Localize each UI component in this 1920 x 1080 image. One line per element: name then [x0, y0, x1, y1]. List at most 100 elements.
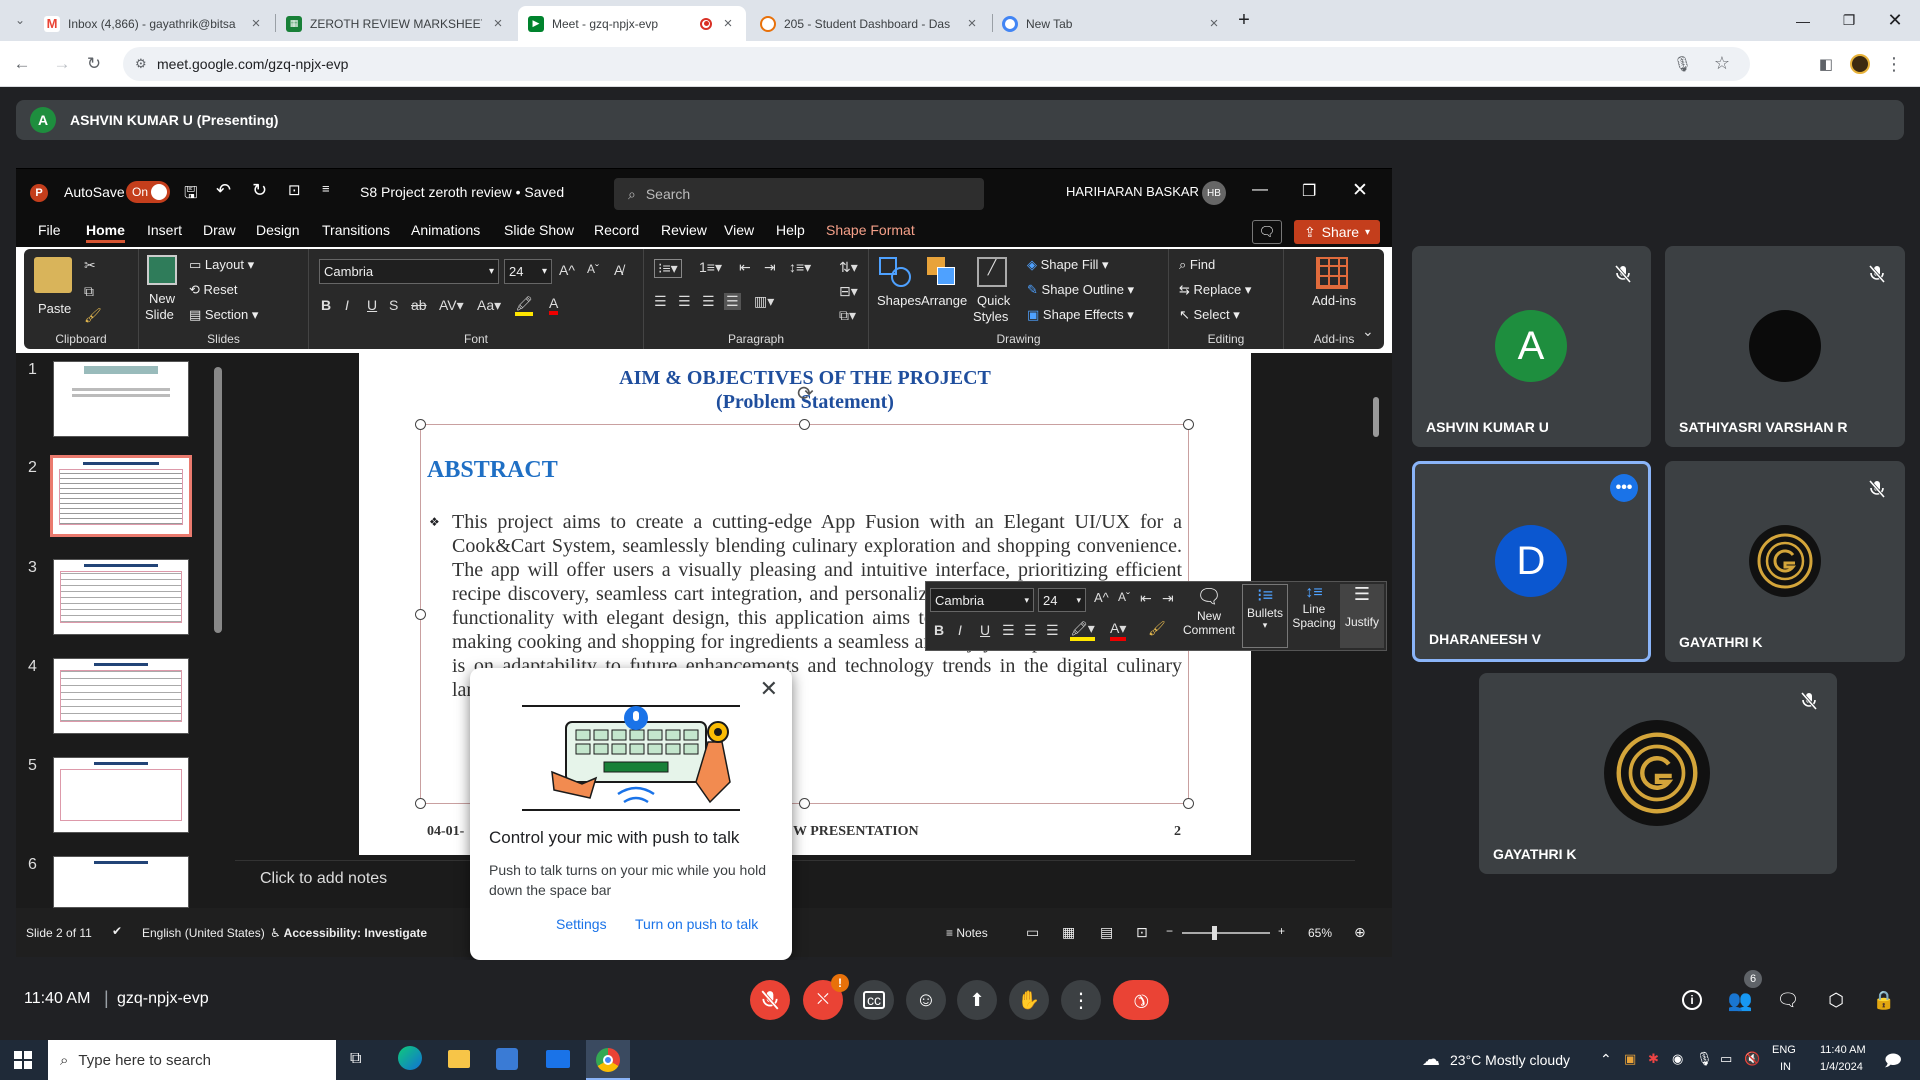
find-button[interactable]: ⌕ Find [1179, 257, 1215, 273]
menu-design[interactable]: Design [256, 222, 300, 238]
format-painter-icon[interactable]: 🖌 [84, 307, 102, 324]
clear-formatting-icon[interactable]: A̸ [614, 262, 623, 278]
shape-outline-button[interactable]: ✎ Shape Outline ▾ [1027, 282, 1134, 298]
accessibility-status[interactable]: ♿ Accessibility: Investigate [270, 926, 427, 940]
tab-close-icon[interactable]: × [490, 15, 506, 32]
decrease-indent-icon[interactable]: ⇤ [739, 259, 751, 276]
reading-view-icon[interactable]: ▤ [1100, 924, 1113, 941]
comments-icon[interactable]: 🗨 [1252, 220, 1282, 244]
more-options-icon[interactable]: ••• [1610, 474, 1638, 502]
restore-window-icon[interactable]: ❐ [1826, 0, 1872, 41]
close-window-icon[interactable]: ✕ [1872, 0, 1918, 41]
slide-thumbnail-4[interactable] [53, 658, 189, 734]
mail-icon[interactable] [546, 1050, 570, 1068]
shape-fill-button[interactable]: ◈ Shape Fill ▾ [1027, 257, 1109, 273]
line-spacing-button[interactable]: ↕≡ Line Spacing [1290, 584, 1338, 648]
ppt-minimize-icon[interactable]: — [1252, 181, 1268, 199]
menu-file[interactable]: File [38, 222, 61, 238]
bold-icon[interactable]: B [321, 297, 331, 313]
mini-bold-icon[interactable]: B [934, 622, 944, 638]
align-right-icon[interactable]: ☰ [702, 293, 715, 310]
fit-to-window-icon[interactable]: ⊕ [1354, 924, 1366, 941]
mini-align-right-icon[interactable]: ☰ [1046, 622, 1059, 639]
file-explorer-icon[interactable] [448, 1050, 470, 1068]
browser-tab-dashboard[interactable]: 205 - Student Dashboard - Das × [750, 6, 990, 41]
mini-underline-icon[interactable]: U [980, 622, 990, 638]
replace-button[interactable]: ⇆ Replace ▾ [1179, 282, 1251, 298]
paste-button[interactable]: Paste [38, 301, 71, 316]
share-button[interactable]: ⇪ Share ▾ [1294, 220, 1380, 244]
menu-draw[interactable]: Draw [203, 222, 236, 238]
browser-tab-gmail[interactable]: M Inbox (4,866) - gayathrik@bitsa × [34, 6, 274, 41]
language-code[interactable]: ENG [1772, 1044, 1796, 1056]
task-view-icon[interactable]: ⧉ [350, 1050, 361, 1068]
taskbar-search-box[interactable]: ⌕ Type here to search [48, 1040, 336, 1080]
reset-button[interactable]: ⟲ Reset [189, 282, 237, 298]
toggle-mic-button[interactable] [750, 980, 790, 1020]
microsoft-store-icon[interactable] [496, 1048, 518, 1070]
tray-app-icon[interactable]: ▣ [1624, 1051, 1636, 1067]
thumbnail-scrollbar[interactable] [214, 367, 222, 633]
ppt-close-icon[interactable]: ✕ [1352, 179, 1368, 202]
forward-arrow-icon[interactable]: → [48, 50, 76, 78]
weather-text[interactable]: 23°C Mostly cloudy [1450, 1052, 1570, 1068]
line-spacing-icon[interactable]: ↕≡▾ [789, 259, 811, 276]
present-icon[interactable]: ⊡ [288, 181, 301, 199]
tray-mic-icon[interactable]: 🎙 [1696, 1051, 1713, 1067]
shape-effects-button[interactable]: ▣ Shape Effects ▾ [1027, 307, 1134, 323]
add-ins-button[interactable]: Add-ins [1312, 293, 1356, 308]
layout-button[interactable]: ▭ Layout ▾ [189, 257, 254, 273]
document-title[interactable]: S8 Project zeroth review • Saved [360, 184, 564, 200]
rotate-handle-icon[interactable]: ⟳ [797, 381, 814, 406]
slide-thumbnail-3[interactable] [53, 559, 189, 635]
participant-tile-dharaneesh[interactable]: ••• D DHARANEESH V [1412, 461, 1651, 662]
highlight-icon[interactable]: 🖍 [515, 295, 533, 316]
reload-icon[interactable]: ↻ [80, 50, 108, 78]
tab-close-icon[interactable]: × [248, 15, 264, 32]
menu-review[interactable]: Review [661, 222, 707, 238]
font-color-icon[interactable]: A [549, 295, 559, 315]
participant-tile-gayathri-2[interactable]: GAYATHRI K [1479, 673, 1837, 874]
slide-sorter-icon[interactable]: ▦ [1062, 924, 1075, 941]
reactions-button[interactable]: ☺ [906, 980, 946, 1020]
font-size-dropdown[interactable]: 24 ▾ [504, 259, 552, 284]
paste-clipboard-icon[interactable] [34, 257, 72, 293]
mini-format-painter-icon[interactable]: 🖌 [1148, 620, 1166, 637]
tray-volume-muted-icon[interactable]: 🔇 [1744, 1051, 1760, 1067]
select-button[interactable]: ↖ Select ▾ [1179, 307, 1240, 323]
menu-view[interactable]: View [724, 222, 754, 238]
columns-icon[interactable]: ▥▾ [754, 293, 774, 310]
spellcheck-icon[interactable]: ✔ [112, 924, 122, 938]
new-tab-plus-icon[interactable]: + [1230, 6, 1258, 34]
back-arrow-icon[interactable]: ← [8, 50, 36, 78]
numbering-icon[interactable]: 1≡▾ [699, 259, 722, 276]
toggle-camera-button[interactable]: ⛌ ! [803, 974, 849, 1020]
save-icon[interactable]: 🖫 [184, 182, 198, 209]
increase-indent-icon[interactable]: ⇥ [764, 259, 776, 276]
text-direction-icon[interactable]: ⇅▾ [839, 259, 858, 276]
undo-icon[interactable]: ↶ [216, 180, 231, 201]
new-comment-button[interactable]: 🗨 New Comment [1178, 584, 1240, 648]
shapes-icon[interactable] [879, 257, 913, 289]
windows-start-icon[interactable] [14, 1051, 32, 1069]
italic-icon[interactable]: I [345, 297, 349, 313]
taskbar-date[interactable]: 1/4/2024 [1820, 1061, 1863, 1073]
minimize-window-icon[interactable]: — [1780, 0, 1826, 41]
captions-button[interactable]: cc [854, 980, 894, 1020]
new-slide-icon[interactable] [147, 255, 177, 285]
zoom-in-icon[interactable]: + [1278, 924, 1285, 938]
quick-styles-icon[interactable]: ╱ [977, 257, 1007, 287]
participant-tile-ashvin[interactable]: A ASHVIN KUMAR U [1412, 246, 1651, 447]
region-code[interactable]: IN [1780, 1061, 1791, 1073]
arrange-icon[interactable] [927, 257, 957, 287]
activities-button[interactable]: ⬡ [1816, 980, 1856, 1020]
browser-tab-meet[interactable]: ▶ Meet - gzq-npjx-evp × [518, 6, 746, 41]
shrink-font-icon[interactable]: Aˇ [587, 262, 599, 276]
grow-font-icon[interactable]: A^ [559, 262, 575, 278]
character-spacing-icon[interactable]: AV▾ [439, 297, 464, 314]
menu-record[interactable]: Record [594, 222, 639, 238]
language-status[interactable]: English (United States) [142, 926, 265, 940]
menu-transitions[interactable]: Transitions [322, 222, 390, 238]
zoom-level[interactable]: 65% [1308, 926, 1332, 940]
text-shadow-icon[interactable]: S [389, 297, 398, 313]
